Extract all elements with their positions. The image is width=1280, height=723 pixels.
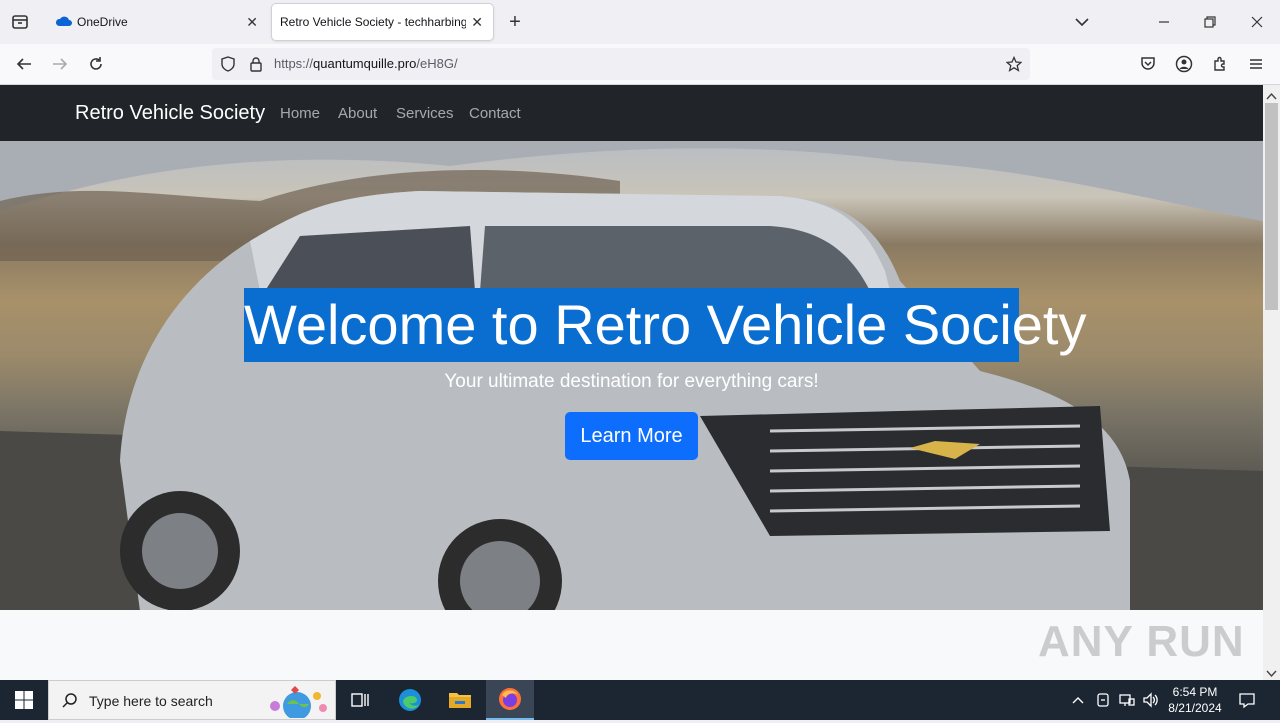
minimize-icon[interactable] xyxy=(1152,10,1176,34)
tab-onedrive[interactable]: OneDrive ✕ xyxy=(44,4,268,40)
start-button[interactable] xyxy=(0,680,48,720)
firefox-taskbar-icon[interactable] xyxy=(486,680,534,720)
learn-more-button[interactable]: Learn More xyxy=(565,412,698,460)
close-tab-icon[interactable]: ✕ xyxy=(246,14,258,30)
taskbar: Type here to search 6:54 PM 8/21/2024 xyxy=(0,680,1280,720)
windows-logo-icon xyxy=(15,691,33,709)
search-highlight-icon xyxy=(261,684,333,723)
forward-icon[interactable] xyxy=(48,52,72,76)
shield-icon[interactable] xyxy=(220,56,236,77)
taskbar-clock[interactable]: 6:54 PM 8/21/2024 xyxy=(1162,684,1228,716)
menu-icon[interactable] xyxy=(1244,52,1268,76)
firefox-view-icon[interactable] xyxy=(8,10,32,34)
url-host: quantumquille.pro xyxy=(313,56,417,71)
pocket-icon[interactable] xyxy=(1136,52,1160,76)
extensions-icon[interactable] xyxy=(1208,52,1232,76)
search-icon xyxy=(61,692,79,715)
watermark-logo: ANY RUN xyxy=(1038,617,1245,666)
url-prefix: https:// xyxy=(274,56,314,71)
taskbar-search-box[interactable]: Type here to search xyxy=(48,680,336,720)
nav-link-about[interactable]: About xyxy=(338,105,377,122)
nav-link-home[interactable]: Home xyxy=(280,105,320,122)
clock-time: 6:54 PM xyxy=(1172,685,1218,699)
search-placeholder: Type here to search xyxy=(89,693,213,709)
account-icon[interactable] xyxy=(1172,52,1196,76)
new-tab-icon[interactable]: + xyxy=(503,10,527,34)
clock-date: 8/21/2024 xyxy=(1168,701,1222,715)
web-page: Retro Vehicle Society Home About Service… xyxy=(0,85,1263,680)
notifications-icon[interactable] xyxy=(1238,691,1256,714)
bookmark-star-icon[interactable] xyxy=(1005,55,1023,77)
tab-retro-vehicle-society[interactable]: Retro Vehicle Society - techharbinger ✕ xyxy=(272,4,493,40)
navigation-toolbar: https://quantumquille.pro/eH8G/ xyxy=(0,44,1280,85)
back-icon[interactable] xyxy=(12,52,36,76)
hero-subtitle: Your ultimate destination for everything… xyxy=(444,371,819,392)
close-window-icon[interactable] xyxy=(1245,10,1269,34)
onedrive-icon xyxy=(55,15,72,30)
tab-label: Retro Vehicle Society - techharbinger xyxy=(280,15,466,29)
hero-title: Welcome to Retro Vehicle Society xyxy=(244,288,1086,362)
nav-link-services[interactable]: Services xyxy=(396,105,454,122)
url-text[interactable]: https://quantumquille.pro/eH8G/ xyxy=(274,56,458,71)
volume-icon[interactable] xyxy=(1142,692,1160,713)
page-scrollbar[interactable] xyxy=(1263,85,1280,680)
url-path: /eH8G/ xyxy=(416,56,458,71)
scroll-thumb[interactable] xyxy=(1265,103,1278,310)
nav-link-contact[interactable]: Contact xyxy=(469,105,521,122)
tab-label: OneDrive xyxy=(77,15,128,29)
tab-strip: OneDrive ✕ Retro Vehicle Society - techh… xyxy=(0,0,1280,44)
restore-icon[interactable] xyxy=(1198,10,1222,34)
close-tab-icon[interactable]: ✕ xyxy=(471,14,483,30)
address-bar[interactable]: https://quantumquille.pro/eH8G/ xyxy=(212,48,1030,80)
site-brand[interactable]: Retro Vehicle Society xyxy=(75,102,265,125)
network-icon[interactable] xyxy=(1118,692,1136,713)
list-tabs-icon[interactable] xyxy=(1070,12,1094,32)
hero-section: Welcome to Retro Vehicle Society Your ul… xyxy=(0,141,1263,610)
site-navbar: Retro Vehicle Society Home About Service… xyxy=(0,85,1263,141)
lock-icon[interactable] xyxy=(248,56,264,77)
show-hidden-icons-icon[interactable] xyxy=(1070,692,1086,713)
reload-icon[interactable] xyxy=(84,52,108,76)
device-icon[interactable] xyxy=(1095,692,1111,713)
edge-icon[interactable] xyxy=(386,680,434,720)
file-explorer-icon[interactable] xyxy=(436,680,484,720)
task-view-icon[interactable] xyxy=(336,680,384,720)
